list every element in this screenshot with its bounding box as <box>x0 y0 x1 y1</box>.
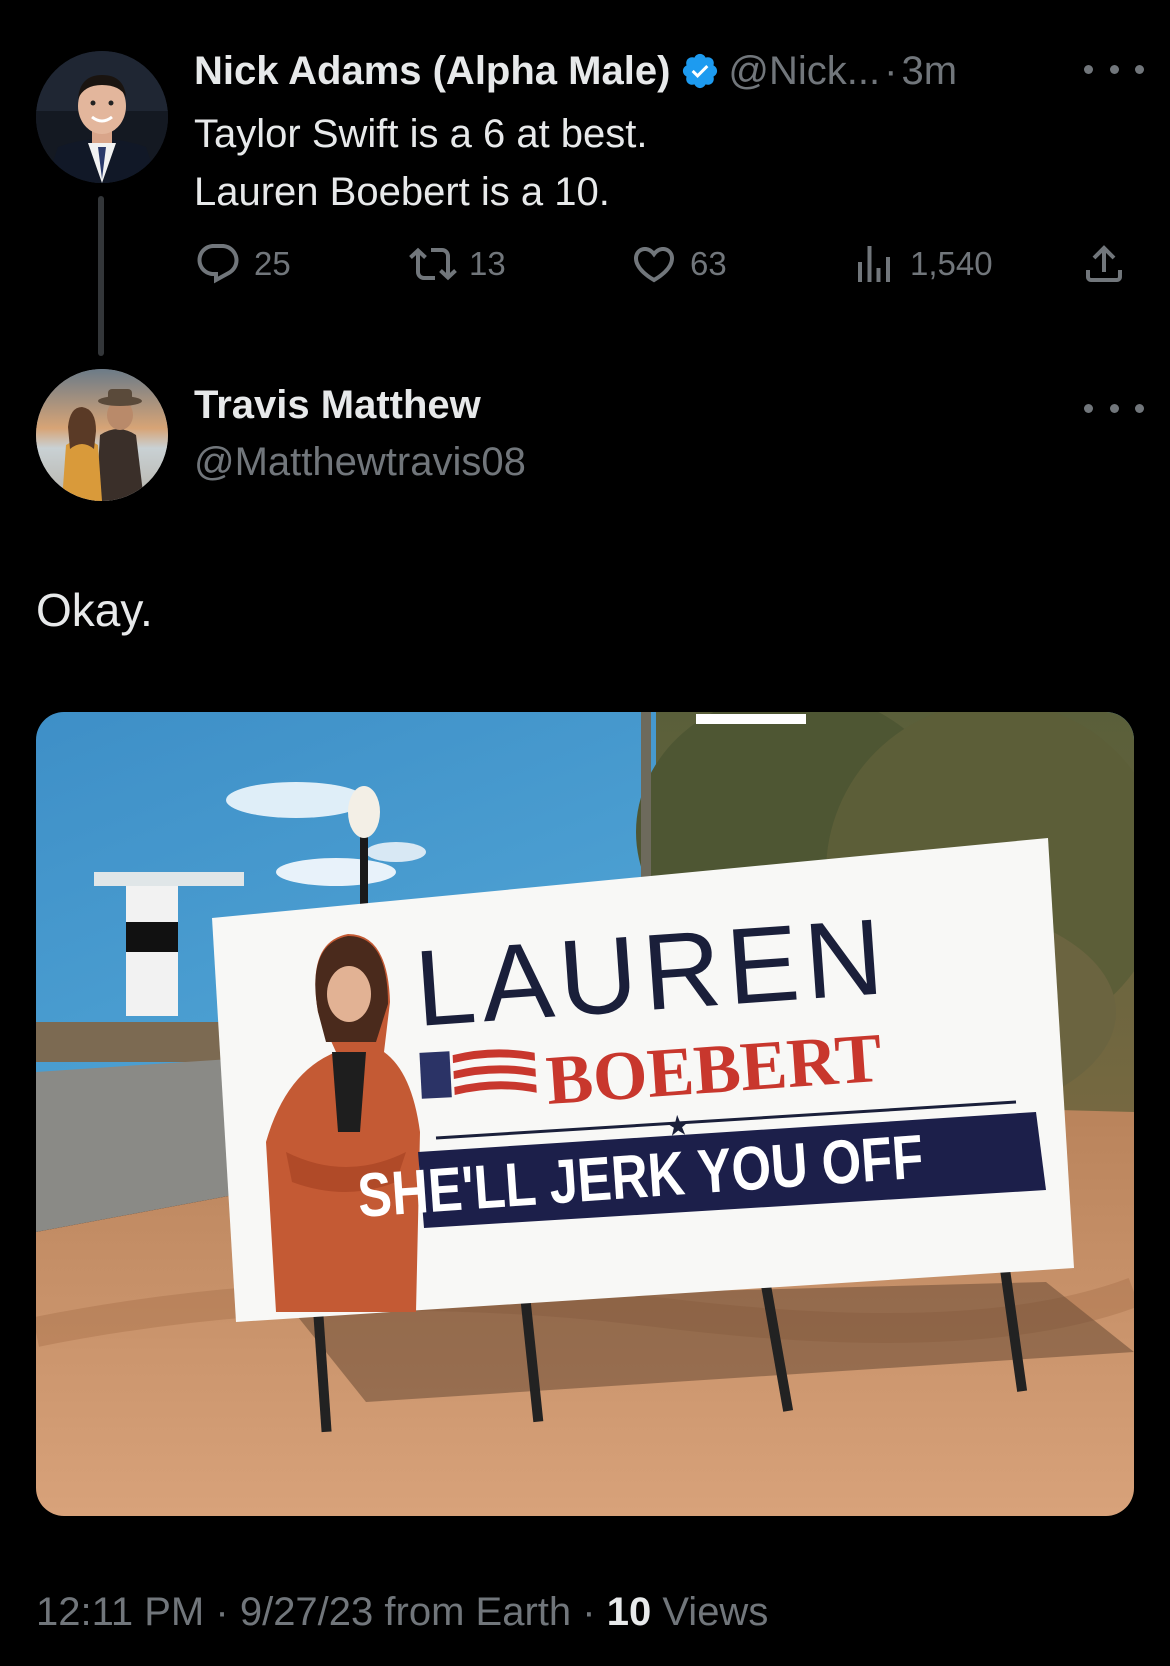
tweet2-author-name[interactable]: Travis Matthew <box>194 383 481 428</box>
tweet2-text: Okay. <box>36 584 153 636</box>
share-icon <box>1086 245 1122 282</box>
like-count: 63 <box>690 245 727 282</box>
tweet1-handle[interactable]: @Nick... <box>728 49 880 94</box>
tweet2-footer-meta: 12:11 PM · 9/27/23 from Earth · 10 Views <box>36 1590 768 1635</box>
travis-matthew-avatar[interactable] <box>36 369 168 501</box>
tweet1-timestamp[interactable]: 3m <box>901 49 957 94</box>
views-button[interactable]: 1,540 <box>850 240 993 288</box>
nick-adams-avatar[interactable] <box>36 51 168 183</box>
views-icon <box>858 246 890 282</box>
tweet2-views-label: Views <box>662 1590 769 1634</box>
footer-separator-2: · <box>582 1590 596 1634</box>
reply-count: 25 <box>254 245 291 282</box>
reply-icon <box>197 244 239 284</box>
verified-badge-icon[interactable] <box>680 51 720 91</box>
tweet1-more-icon[interactable] <box>1084 59 1144 79</box>
like-button[interactable]: 63 <box>630 240 727 288</box>
tweet2-views-count: 10 <box>606 1590 652 1634</box>
tweet1-text: Taylor Swift is a 6 at best. Lauren Boeb… <box>194 105 648 221</box>
share-button[interactable] <box>1080 240 1140 288</box>
tweet2-media-image[interactable]: LAUREN BOEBERT ★ SHE'LL JERK YOU OFF <box>36 712 1134 1516</box>
tweet2-more-icon[interactable] <box>1084 398 1144 418</box>
tweet1-author-name[interactable]: Nick Adams (Alpha Male) <box>194 49 670 94</box>
retweet-icon <box>409 247 457 281</box>
tweet2-time[interactable]: 12:11 PM <box>36 1590 204 1634</box>
reply-button[interactable]: 25 <box>194 240 291 288</box>
footer-separator-1: · <box>215 1590 229 1634</box>
tweet2-handle[interactable]: @Matthewtravis08 <box>194 440 526 485</box>
like-icon <box>633 247 675 283</box>
tweet2-date[interactable]: 9/27/23 <box>240 1590 373 1634</box>
retweet-button[interactable]: 13 <box>409 240 506 288</box>
views-count: 1,540 <box>910 245 993 282</box>
retweet-count: 13 <box>469 245 506 282</box>
tweet1-line-2: Lauren Boebert is a 10. <box>194 170 610 214</box>
thread-connector-line <box>98 196 104 356</box>
tweet1-separator: · <box>884 48 898 93</box>
tweet1-line-1: Taylor Swift is a 6 at best. <box>194 112 648 156</box>
tweet1-header: Nick Adams (Alpha Male) @Nick... · 3m <box>194 45 957 97</box>
tweet2-source: from Earth <box>384 1590 572 1634</box>
